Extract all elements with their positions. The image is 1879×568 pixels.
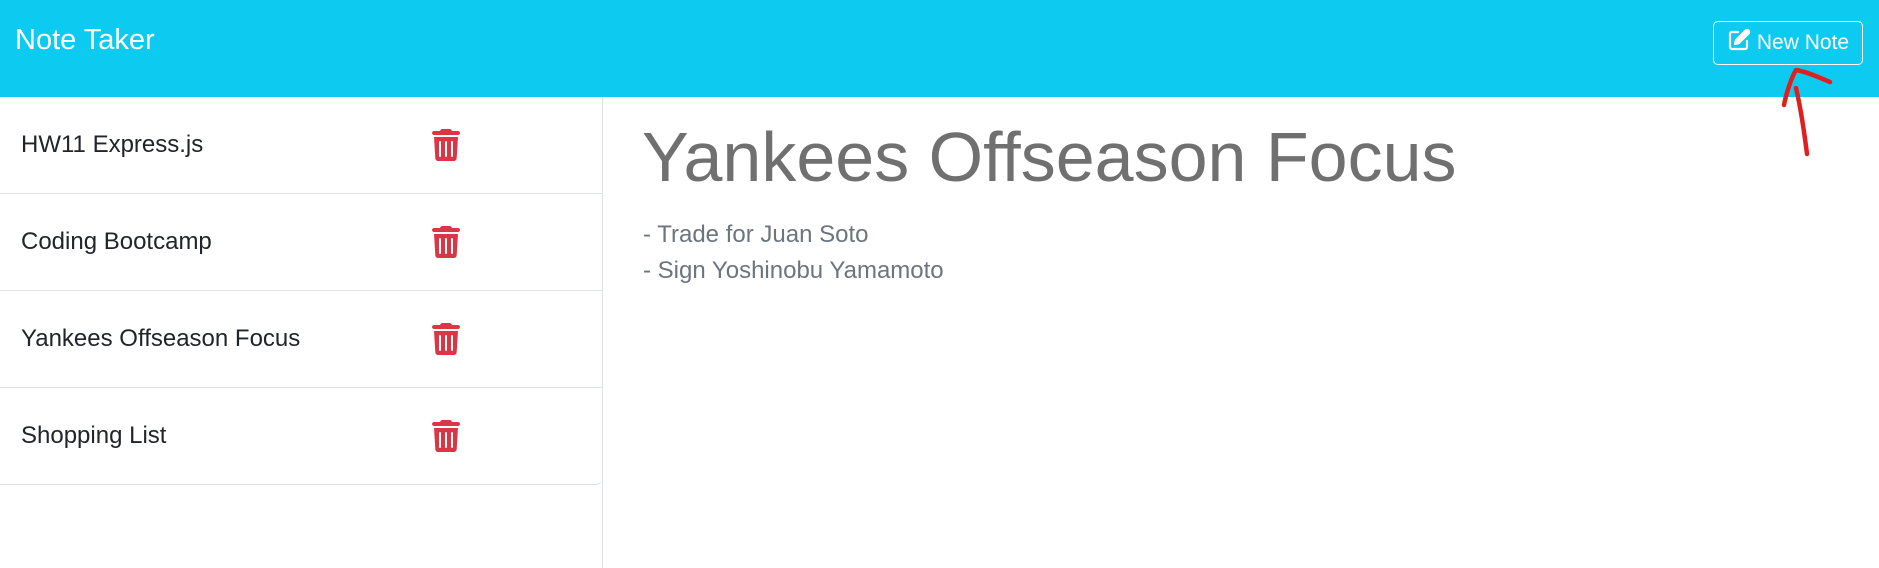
note-list: HW11 Express.js Coding Bootcamp Yankees …	[0, 97, 602, 485]
trash-icon[interactable]	[432, 129, 460, 161]
note-title[interactable]: Coding Bootcamp	[21, 228, 212, 256]
note-editor: Yankees Offseason Focus - Trade for Juan…	[604, 97, 1879, 568]
note-title[interactable]: Shopping List	[21, 422, 166, 450]
note-title[interactable]: HW11 Express.js	[21, 131, 203, 159]
new-note-label: New Note	[1756, 31, 1850, 54]
note-list-sidebar: HW11 Express.js Coding Bootcamp Yankees …	[0, 97, 603, 568]
note-title-input[interactable]: Yankees Offseason Focus	[642, 115, 1457, 199]
trash-icon[interactable]	[432, 420, 460, 452]
list-item[interactable]: Coding Bootcamp	[0, 194, 602, 291]
note-title[interactable]: Yankees Offseason Focus	[21, 325, 300, 353]
list-item[interactable]: Shopping List	[0, 388, 602, 485]
trash-icon[interactable]	[432, 226, 460, 258]
list-item[interactable]: HW11 Express.js	[0, 97, 602, 194]
pencil-square-icon	[1727, 28, 1751, 58]
trash-icon[interactable]	[432, 323, 460, 355]
app-title[interactable]: Note Taker	[15, 22, 155, 58]
note-text-area[interactable]: - Trade for Juan Soto - Sign Yoshinobu Y…	[643, 217, 944, 289]
list-item[interactable]: Yankees Offseason Focus	[0, 291, 602, 388]
navbar: Note Taker New Note	[0, 0, 1879, 97]
new-note-button[interactable]: New Note	[1713, 21, 1863, 65]
